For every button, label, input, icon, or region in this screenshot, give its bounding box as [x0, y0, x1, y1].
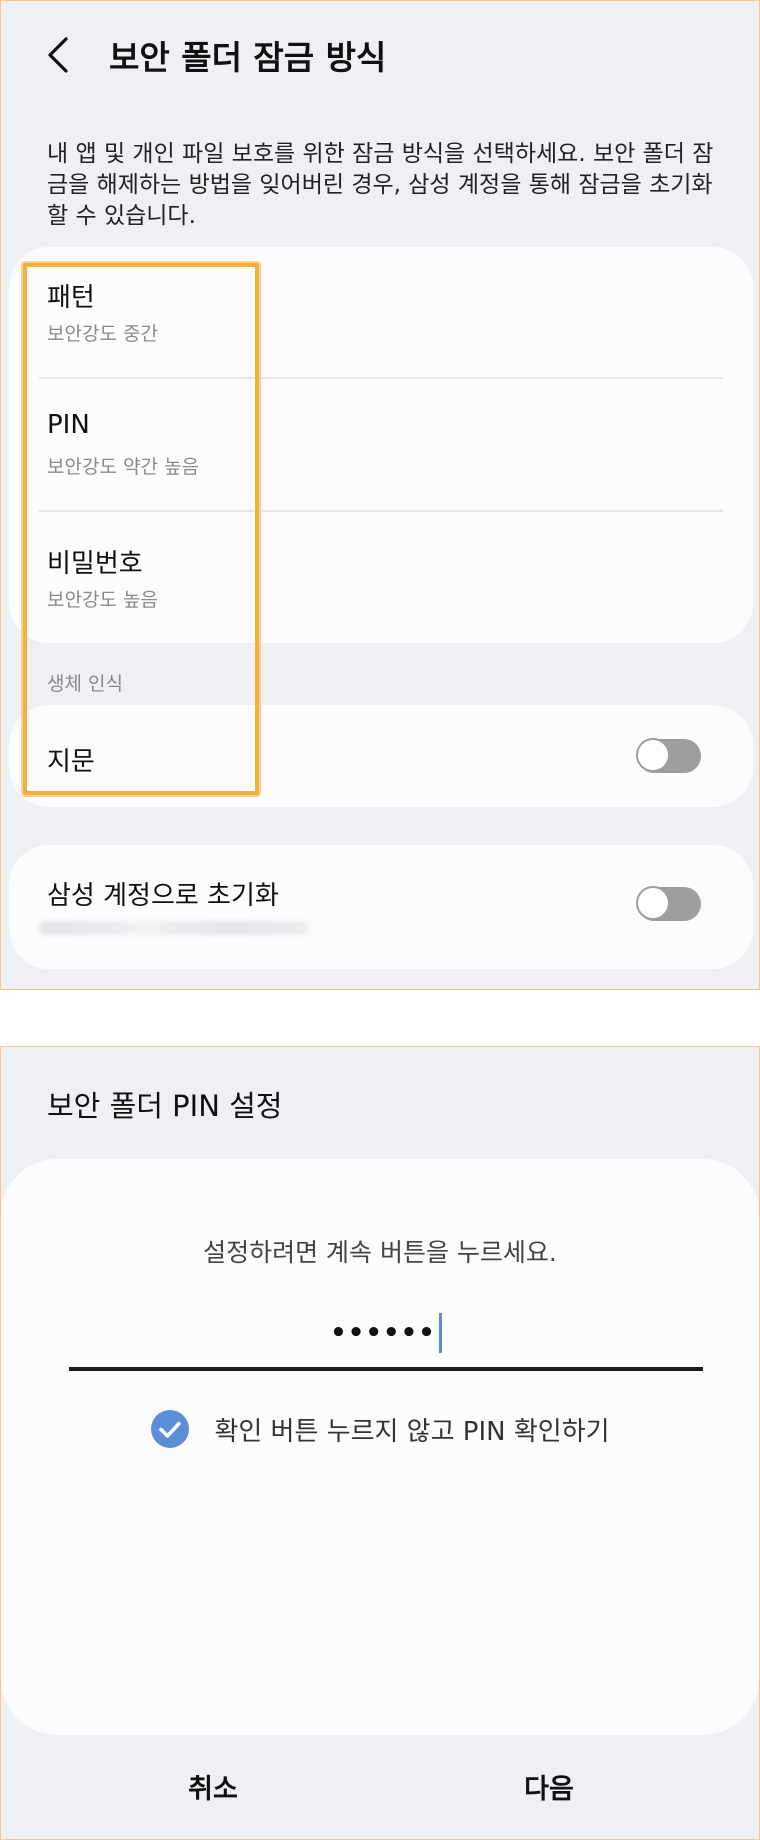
fingerprint-label: 지문: [47, 747, 95, 777]
option-strength: 보안강도 중간: [47, 323, 158, 345]
app-bar: 보안 폴더 잠금 방식: [43, 25, 386, 85]
page-title: 보안 폴더 잠금 방식: [109, 38, 387, 77]
text-cursor: [438, 1313, 442, 1353]
next-button[interactable]: 다음: [449, 1753, 649, 1819]
pin-entry-card: 설정하려면 계속 버튼을 누르세요. •••••• 확인 버튼 누르지 않고 P…: [1, 1159, 759, 1735]
toggle-knob: [636, 738, 670, 772]
option-strength: 보안강도 높음: [47, 589, 158, 611]
blurred-account-text: [39, 921, 309, 935]
checkbox-label: 확인 버튼 누르지 않고 PIN 확인하기: [214, 1416, 610, 1447]
option-label: PIN: [47, 410, 90, 440]
pin-instruction: 설정하려면 계속 버튼을 누르세요.: [203, 1238, 557, 1267]
samsung-reset-toggle[interactable]: [636, 886, 701, 921]
lock-option-pin[interactable]: PIN 보안강도 약간 높음: [9, 380, 753, 510]
lock-description: 내 앱 및 개인 파일 보호를 위한 잠금 방식을 선택하세요. 보안 폴더 잠…: [47, 141, 714, 229]
samsung-account-reset-row[interactable]: 삼성 계정으로 초기화: [9, 845, 753, 969]
toggle-knob: [636, 886, 670, 920]
pin-value: ••••••: [330, 1318, 436, 1348]
fingerprint-toggle[interactable]: [636, 738, 701, 773]
confirm-without-button-option[interactable]: 확인 버튼 누르지 않고 PIN 확인하기: [1, 1409, 759, 1449]
pin-input[interactable]: ••••••: [69, 1299, 703, 1371]
pin-setup-screen: 보안 폴더 PIN 설정 설정하려면 계속 버튼을 누르세요. •••••• 확…: [0, 1046, 760, 1840]
lock-option-password[interactable]: 비밀번호 보안강도 높음: [9, 513, 753, 643]
option-strength: 보안강도 약간 높음: [47, 456, 199, 478]
option-label: 비밀번호: [47, 549, 143, 579]
samsung-reset-label: 삼성 계정으로 초기화: [47, 881, 279, 911]
divider: [39, 510, 723, 512]
option-label: 패턴: [47, 283, 95, 313]
lock-method-screen: 보안 폴더 잠금 방식 내 앱 및 개인 파일 보호를 위한 잠금 방식을 선택…: [0, 0, 760, 990]
divider: [39, 377, 723, 379]
dialog-title: 보안 폴더 PIN 설정: [47, 1089, 283, 1123]
check-circle-icon[interactable]: [150, 1409, 190, 1449]
cancel-button[interactable]: 취소: [113, 1753, 313, 1819]
lock-option-pattern[interactable]: 패턴 보안강도 중간: [9, 247, 753, 377]
fingerprint-row[interactable]: 지문: [9, 705, 753, 807]
back-arrow-icon[interactable]: [43, 35, 73, 75]
biometrics-section-header: 생체 인식: [47, 673, 123, 695]
lock-method-list: 패턴 보안강도 중간 PIN 보안강도 약간 높음 비밀번호 보안강도 높음: [9, 247, 753, 643]
